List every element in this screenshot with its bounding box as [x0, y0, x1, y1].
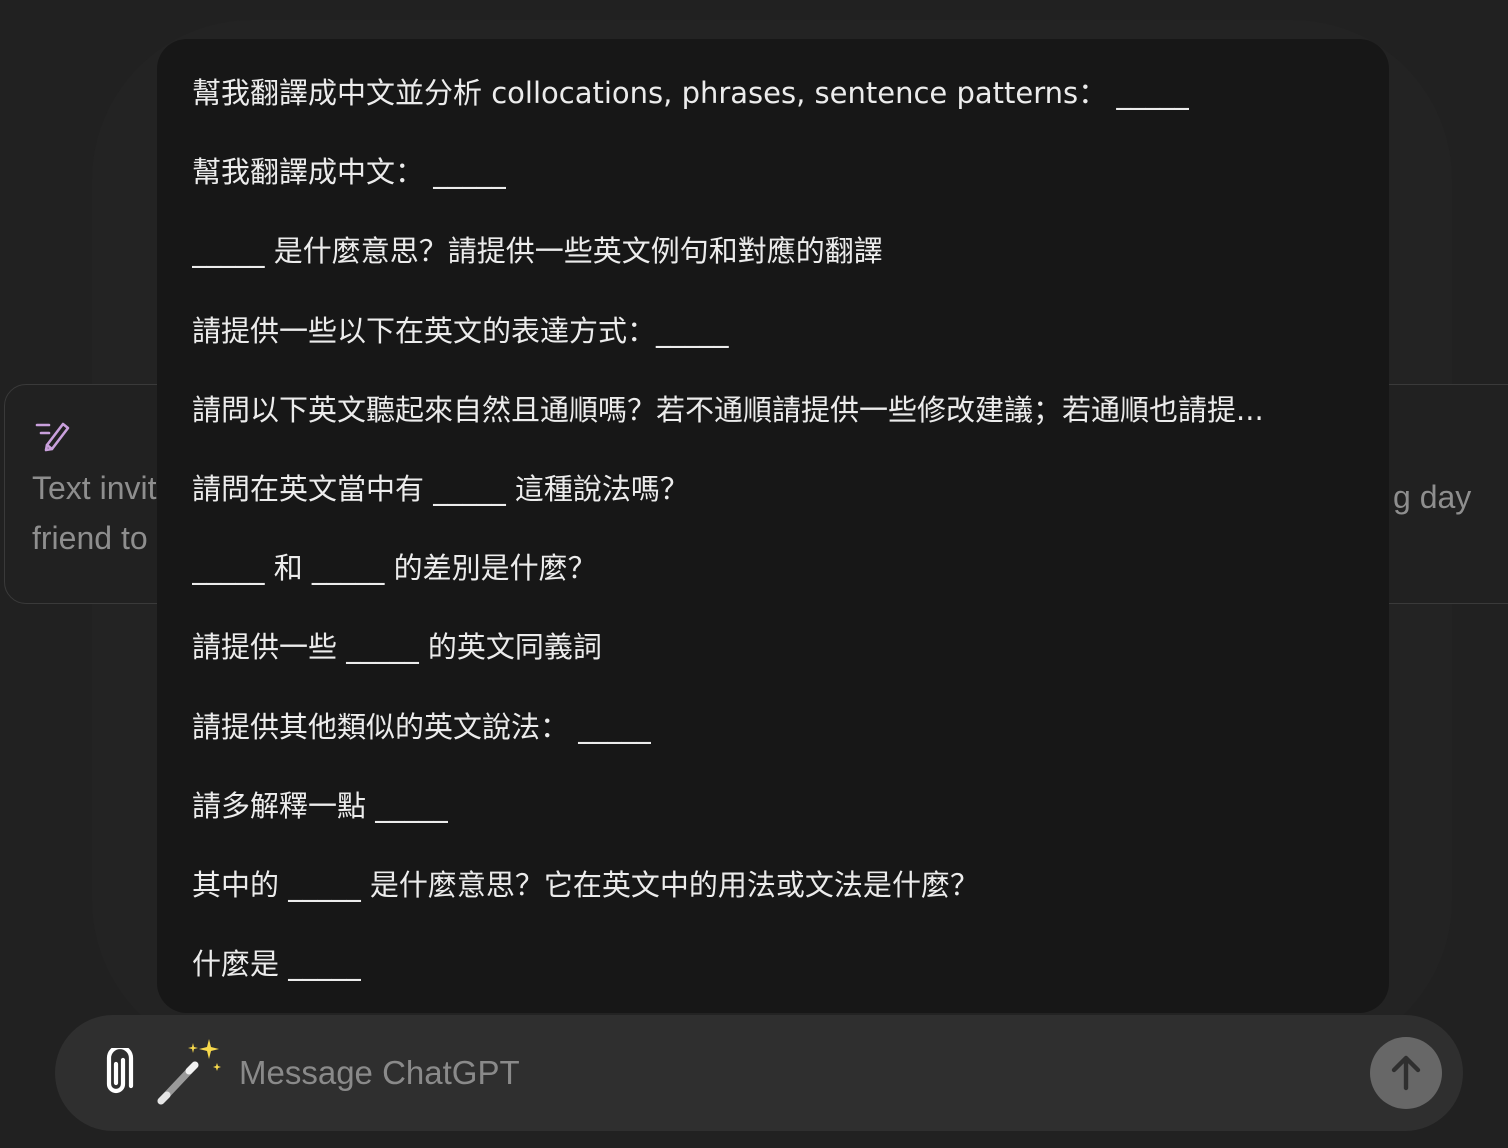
message-input[interactable] [239, 1045, 1339, 1101]
prompt-text: 請問在英文當中有 _____ 這種說法嗎？ [192, 471, 689, 506]
prompt-item[interactable]: 請提供其他類似的英文說法： _____ [157, 705, 1389, 784]
prompt-text: 請多解釋一點 _____ [192, 788, 448, 823]
prompt-item[interactable]: 請提供一些以下在英文的表達方式：_____ [157, 309, 1389, 388]
prompt-item[interactable]: 什麼是 _____ [157, 942, 1389, 1013]
prompt-text: 請問以下英文聽起來自然且通順嗎？若不通順請提供一些修改建議；若通順也請提... [192, 392, 1264, 427]
magic-wand-button[interactable] [153, 1035, 227, 1109]
prompt-text: 請提供一些 _____ 的英文同義詞 [192, 630, 602, 665]
prompt-text: 什麼是 _____ [192, 947, 361, 982]
pen-icon [35, 422, 70, 452]
prompt-text: 請提供一些以下在英文的表達方式：_____ [192, 313, 729, 348]
magic-wand-icon [157, 1039, 221, 1105]
message-composer [55, 1015, 1463, 1131]
prompt-item[interactable]: 其中的 _____ 是什麼意思？它在英文中的用法或文法是什麼？ [157, 863, 1389, 942]
prompt-item[interactable]: _____ 是什麼意思？請提供一些英文例句和對應的翻譯 [157, 229, 1389, 308]
prompt-text: 其中的 _____ 是什麼意思？它在英文中的用法或文法是什麼？ [192, 867, 979, 902]
arrow-up-icon [1391, 1055, 1421, 1091]
prompt-item[interactable]: 請問以下英文聽起來自然且通順嗎？若不通順請提供一些修改建議；若通順也請提... [157, 388, 1389, 467]
prompt-item[interactable]: _____ 和 _____ 的差別是什麼？ [157, 546, 1389, 625]
prompt-text: 幫我翻譯成中文： _____ [192, 155, 506, 190]
suggestion-text-overflow: g day [1393, 479, 1472, 515]
prompt-item[interactable]: 請問在英文當中有 _____ 這種說法嗎？ [157, 467, 1389, 546]
attach-button[interactable] [91, 1043, 143, 1103]
paperclip-icon [106, 1048, 134, 1094]
send-button[interactable] [1370, 1037, 1442, 1109]
prompt-text: 幫我翻譯成中文並分析 collocations, phrases, senten… [192, 76, 1189, 110]
prompt-item[interactable]: 幫我翻譯成中文： _____ [157, 150, 1389, 229]
prompt-text: _____ 是什麼意思？請提供一些英文例句和對應的翻譯 [192, 234, 883, 269]
prompt-text: 請提供其他類似的英文說法： _____ [192, 709, 651, 744]
prompt-item[interactable]: 請多解釋一點 _____ [157, 784, 1389, 863]
prompt-item[interactable]: 請提供一些 _____ 的英文同義詞 [157, 625, 1389, 704]
chat-screen: Text invit friend to g day 幫我翻譯成中文並分析 co… [0, 0, 1508, 1148]
prompt-item[interactable]: 幫我翻譯成中文並分析 collocations, phrases, senten… [157, 71, 1389, 150]
prompt-library-popover: 幫我翻譯成中文並分析 collocations, phrases, senten… [157, 39, 1389, 1013]
prompt-text: _____ 和 _____ 的差別是什麼？ [192, 551, 597, 586]
